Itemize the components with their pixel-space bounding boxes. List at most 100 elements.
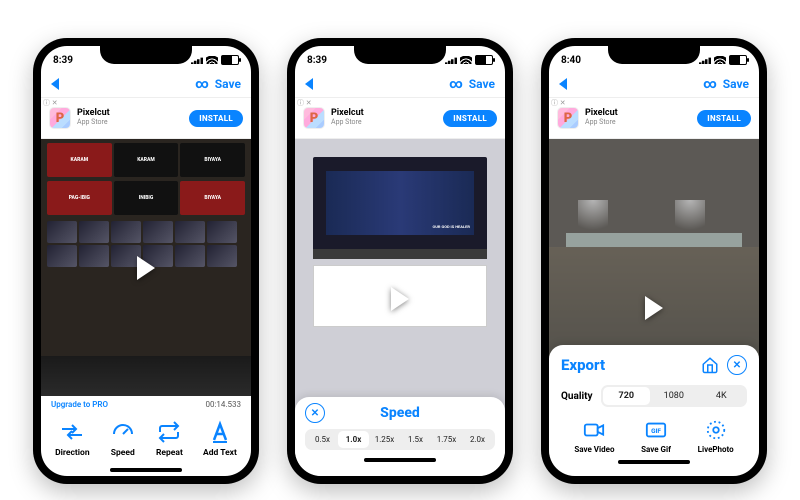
battery-icon — [729, 55, 747, 65]
direction-tool[interactable]: Direction — [55, 419, 90, 458]
desk-image — [41, 356, 251, 396]
speed-panel: ✕ Speed 0.5x 1.0x 1.25x 1.5x 1.75x 2.0x — [295, 397, 505, 476]
ad-title: Pixelcut — [77, 109, 183, 118]
infinity-icon[interactable]: ∞ — [703, 77, 717, 92]
save-button[interactable]: Save — [215, 77, 241, 91]
phone-3: 8:40 ∞ Save ⓘ ✕ P Pixelcut App Store INS… — [541, 38, 767, 484]
thumb-card: BIYAYA — [180, 143, 245, 177]
ad-subtitle: App Store — [77, 118, 183, 127]
export-label: Save Gif — [641, 445, 671, 454]
quality-opt[interactable]: 4K — [698, 387, 745, 405]
ad-close-icon[interactable]: ⓘ ✕ — [297, 100, 312, 107]
upgrade-link[interactable]: Upgrade to PRO — [51, 400, 108, 409]
notch — [100, 46, 192, 64]
livephoto-button[interactable]: LivePhoto — [698, 417, 734, 454]
ad-close-icon[interactable]: ⓘ ✕ — [551, 100, 566, 107]
ad-close-icon[interactable]: ⓘ ✕ — [43, 100, 58, 107]
play-icon[interactable] — [645, 296, 663, 320]
close-panel-button[interactable]: ✕ — [727, 355, 747, 375]
ad-title: Pixelcut — [585, 109, 691, 118]
phone-2: 8:39 ∞ Save ⓘ ✕ P Pixelcut App Store INS… — [287, 38, 513, 484]
signal-icon — [445, 56, 457, 64]
wifi-icon — [460, 56, 472, 64]
play-icon[interactable] — [137, 256, 155, 280]
phone-1: 8:39 ∞ Save ⓘ ✕ P Pixelcut App Store INS… — [33, 38, 259, 484]
nav-bar: ∞ Save — [295, 71, 505, 97]
home-indicator[interactable] — [364, 458, 436, 462]
chevron-left-icon — [51, 78, 59, 90]
speed-opt[interactable]: 2.0x — [462, 431, 493, 448]
ad-banner[interactable]: ⓘ ✕ P Pixelcut App Store INSTALL — [295, 97, 505, 139]
quality-row: Quality 720 1080 4K — [561, 385, 747, 407]
back-button[interactable] — [305, 78, 313, 90]
infinity-icon[interactable]: ∞ — [195, 77, 209, 92]
save-video-button[interactable]: Save Video — [574, 417, 614, 454]
video-icon — [581, 417, 607, 443]
ad-app-icon: P — [557, 107, 579, 129]
ad-install-button[interactable]: INSTALL — [697, 110, 751, 127]
livephoto-icon — [703, 417, 729, 443]
save-gif-button[interactable]: GIF Save Gif — [641, 417, 671, 454]
signal-icon — [699, 56, 711, 64]
back-button[interactable] — [51, 78, 59, 90]
speed-opt[interactable]: 1.25x — [369, 431, 400, 448]
ad-install-button[interactable]: INSTALL — [443, 110, 497, 127]
speed-opt[interactable]: 1.0x — [338, 431, 369, 448]
svg-text:GIF: GIF — [651, 427, 661, 435]
nav-bar: ∞ Save — [41, 71, 251, 97]
infinity-icon[interactable]: ∞ — [449, 77, 463, 92]
status-time: 8:40 — [561, 55, 581, 66]
home-indicator[interactable] — [618, 460, 690, 464]
play-icon[interactable] — [391, 287, 409, 311]
toolbar: Direction Speed Repeat Add Text — [41, 413, 251, 468]
panel-title: Export — [561, 356, 605, 374]
duration: 00:14.533 — [205, 400, 241, 409]
tool-label: Speed — [111, 448, 135, 458]
quality-label: Quality — [561, 391, 593, 402]
repeat-tool[interactable]: Repeat — [156, 419, 183, 458]
export-panel: Export ✕ Quality 720 1080 4K Save Video … — [549, 345, 759, 476]
speed-opt[interactable]: 1.75x — [431, 431, 462, 448]
speed-opt[interactable]: 0.5x — [307, 431, 338, 448]
notch — [608, 46, 700, 64]
tool-label: Add Text — [203, 448, 237, 458]
repeat-icon — [156, 419, 182, 445]
save-button[interactable]: Save — [469, 77, 495, 91]
status-time: 8:39 — [53, 55, 73, 66]
battery-icon — [221, 55, 239, 65]
speed-opt[interactable]: 1.5x — [400, 431, 431, 448]
nav-bar: ∞ Save — [549, 71, 759, 97]
screen: 8:39 ∞ Save ⓘ ✕ P Pixelcut App Store INS… — [295, 46, 505, 476]
chevron-left-icon — [305, 78, 313, 90]
ad-subtitle: App Store — [585, 118, 691, 127]
quality-opt[interactable]: 1080 — [650, 387, 697, 405]
ad-title: Pixelcut — [331, 109, 437, 118]
speed-segments[interactable]: 0.5x 1.0x 1.25x 1.5x 1.75x 2.0x — [305, 429, 495, 450]
close-panel-button[interactable]: ✕ — [305, 403, 325, 423]
thumb-card: KARAM — [114, 143, 179, 177]
ad-install-button[interactable]: INSTALL — [189, 110, 243, 127]
speed-tool[interactable]: Speed — [110, 419, 136, 458]
screen: 8:39 ∞ Save ⓘ ✕ P Pixelcut App Store INS… — [41, 46, 251, 476]
ad-banner[interactable]: ⓘ ✕ P Pixelcut App Store INSTALL — [41, 97, 251, 139]
thumb-card: KARAM — [47, 143, 112, 177]
ad-subtitle: App Store — [331, 118, 437, 127]
back-button[interactable] — [559, 78, 567, 90]
direction-icon — [59, 419, 85, 445]
home-icon[interactable] — [701, 356, 719, 374]
addtext-tool[interactable]: Add Text — [203, 419, 237, 458]
export-options: Save Video GIF Save Gif LivePhoto — [561, 417, 747, 454]
save-button[interactable]: Save — [723, 77, 749, 91]
monitor-image: OUR GOD IS HEALER — [313, 157, 487, 249]
quality-segments[interactable]: 720 1080 4K — [601, 385, 747, 407]
screen: 8:40 ∞ Save ⓘ ✕ P Pixelcut App Store INS… — [549, 46, 759, 476]
ad-banner[interactable]: ⓘ ✕ P Pixelcut App Store INSTALL — [549, 97, 759, 139]
text-icon — [207, 419, 233, 445]
video-canvas[interactable]: KARAM KARAM BIYAYA PAG-IBIG INIBIG BIYAY… — [41, 139, 251, 396]
home-indicator[interactable] — [110, 468, 182, 472]
chevron-left-icon — [559, 78, 567, 90]
wifi-icon — [206, 56, 218, 64]
quality-opt[interactable]: 720 — [603, 387, 650, 405]
status-time: 8:39 — [307, 55, 327, 66]
export-label: LivePhoto — [698, 445, 734, 454]
